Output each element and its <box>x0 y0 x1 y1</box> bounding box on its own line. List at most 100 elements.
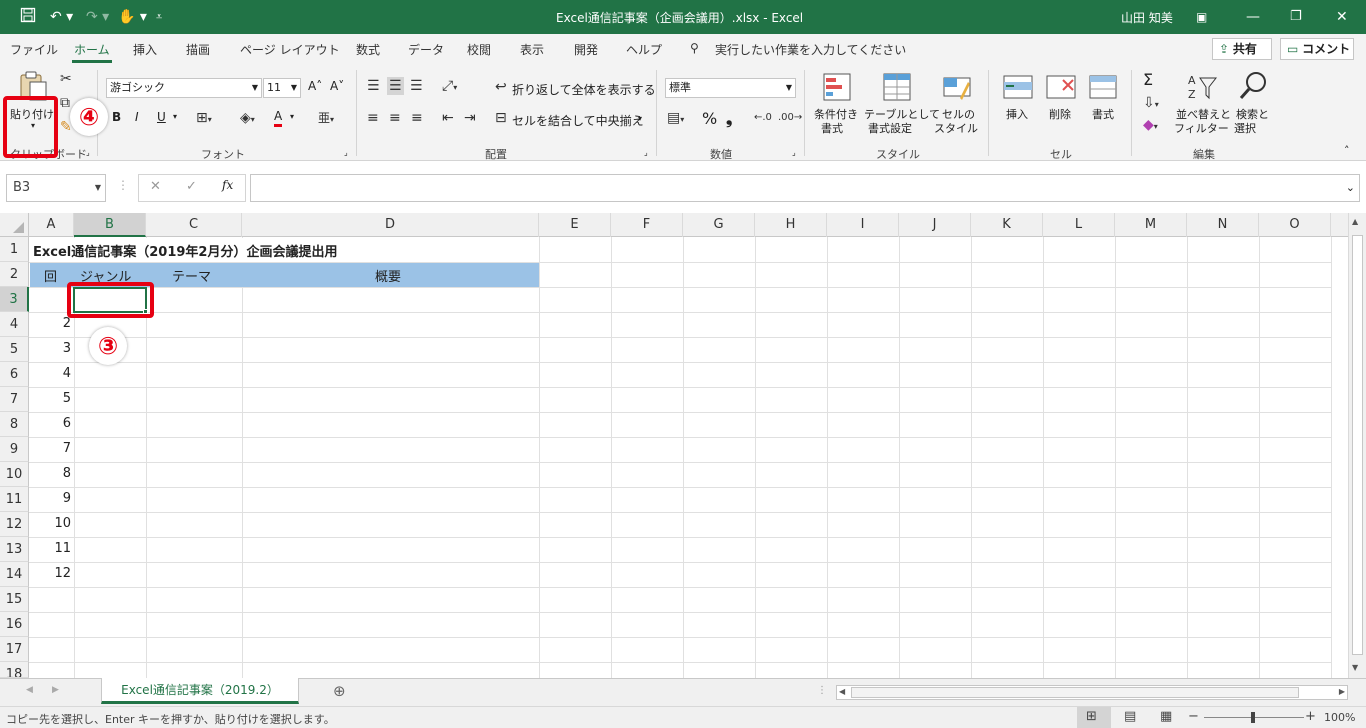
find-select-label-2[interactable]: 選択 <box>1234 120 1256 136</box>
cell-number[interactable]: 3 <box>30 341 71 356</box>
alignment-launcher-icon[interactable]: ⌟ <box>644 148 648 157</box>
orientation-icon[interactable]: ⤢▾ <box>442 77 457 97</box>
add-sheet-icon[interactable]: ⊕ <box>333 682 346 700</box>
row-header[interactable]: 9 <box>0 437 29 462</box>
close-icon[interactable]: ✕ <box>1336 7 1348 27</box>
column-header[interactable]: I <box>827 213 899 237</box>
row-header[interactable]: 14 <box>0 562 29 587</box>
header-cell-summary[interactable]: 概要 <box>375 266 401 285</box>
tab-insert[interactable]: 挿入 <box>133 41 157 58</box>
zoom-in-icon[interactable]: + <box>1305 709 1316 724</box>
row-header[interactable]: 10 <box>0 462 29 487</box>
sheet-title-cell[interactable]: Excel通信記事案（2019年2月分）企画会議提出用 <box>33 241 337 260</box>
wrap-text-icon[interactable]: ↩ <box>495 78 507 96</box>
zoom-slider-thumb[interactable] <box>1251 712 1255 723</box>
fill-color-icon[interactable]: ◈▾ <box>240 109 255 129</box>
name-box[interactable]: B3 ▼ <box>6 174 106 202</box>
borders-icon[interactable]: ⊞▾ <box>196 109 212 129</box>
autosum-button[interactable]: Σ <box>1143 70 1153 89</box>
column-header[interactable]: E <box>539 213 611 237</box>
row-header[interactable]: 13 <box>0 537 29 562</box>
row-header[interactable]: 15 <box>0 587 29 612</box>
insert-cells-icon[interactable] <box>1002 72 1034 102</box>
align-right-icon[interactable]: ≡ <box>411 109 423 127</box>
increase-indent-icon[interactable]: ⇥ <box>464 109 476 127</box>
sort-filter-icon[interactable]: AZ <box>1186 72 1218 102</box>
format-as-table-icon[interactable] <box>882 72 912 102</box>
column-header[interactable]: H <box>755 213 827 237</box>
tab-review[interactable]: 校閲 <box>467 41 491 58</box>
row-header[interactable]: 18 <box>0 662 29 678</box>
column-header[interactable]: A <box>29 213 74 237</box>
comma-button[interactable]: ❟ <box>726 109 732 129</box>
cell-styles-icon[interactable] <box>942 72 972 102</box>
sheet-tab-active[interactable]: Excel通信記事案（2019.2） <box>101 678 299 704</box>
clipboard-launcher-icon[interactable]: ⌟ <box>86 148 90 157</box>
tab-home[interactable]: ホーム <box>72 41 112 63</box>
delete-cells-button[interactable]: 削除 <box>1049 106 1071 122</box>
tab-view[interactable]: 表示 <box>520 41 544 58</box>
scroll-down-icon[interactable]: ▼ <box>1352 663 1358 672</box>
select-all-button[interactable] <box>0 213 29 237</box>
minimize-icon[interactable]: — <box>1246 7 1260 27</box>
font-size-dropdown[interactable]: 11 ▼ <box>263 78 301 98</box>
cell-styles-label-2[interactable]: スタイル <box>934 120 978 136</box>
align-center-icon[interactable]: ≡ <box>389 109 401 127</box>
tab-file[interactable]: ファイル <box>10 41 58 58</box>
page-layout-view-icon[interactable]: ▤ <box>1124 709 1136 724</box>
page-break-view-icon[interactable]: ▦ <box>1160 709 1172 724</box>
align-top-icon[interactable]: ☰ <box>367 77 380 95</box>
horizontal-scrollbar[interactable]: ◀ ▶ <box>836 685 1348 700</box>
format-as-table-label-2[interactable]: 書式設定 <box>868 120 912 136</box>
cell-number[interactable]: 7 <box>30 441 71 456</box>
percent-button[interactable]: % <box>702 109 717 128</box>
accounting-format-icon[interactable]: ▤▾ <box>667 109 684 129</box>
cut-icon[interactable]: ✂ <box>60 70 72 88</box>
cell-number[interactable]: 6 <box>30 416 71 431</box>
header-cell-number[interactable]: 回 <box>44 266 57 285</box>
number-launcher-icon[interactable]: ⌟ <box>792 148 796 157</box>
align-left-icon[interactable]: ≡ <box>367 109 379 127</box>
restore-icon[interactable]: ❐ <box>1290 7 1302 27</box>
shrink-font-button[interactable]: A˅ <box>330 79 344 93</box>
sort-filter-label-2[interactable]: フィルター <box>1174 120 1229 136</box>
split-handle-icon[interactable]: ⋮ <box>817 685 827 696</box>
row-header[interactable]: 7 <box>0 387 29 412</box>
row-header[interactable]: 5 <box>0 337 29 362</box>
column-header[interactable]: C <box>146 213 242 237</box>
cell-number[interactable]: 11 <box>30 541 71 556</box>
column-header[interactable]: J <box>899 213 971 237</box>
format-cells-button[interactable]: 書式 <box>1092 106 1114 122</box>
redo-icon[interactable]: ↷ ▾ <box>86 7 109 27</box>
collapse-ribbon-icon[interactable]: ˄ <box>1344 144 1350 157</box>
next-sheet-icon[interactable]: ▶ <box>52 685 59 695</box>
cell-number[interactable]: 2 <box>30 316 71 331</box>
scroll-left-icon[interactable]: ◀ <box>839 687 845 696</box>
column-header[interactable]: K <box>971 213 1043 237</box>
decrease-indent-icon[interactable]: ⇤ <box>442 109 454 127</box>
decrease-decimal-icon[interactable]: .00→ <box>778 109 802 127</box>
header-cell-theme[interactable]: テーマ <box>172 266 211 285</box>
share-button[interactable]: ⇪ 共有 <box>1212 38 1272 60</box>
row-header[interactable]: 2 <box>0 262 29 287</box>
tab-formulas[interactable]: 数式 <box>356 41 380 58</box>
cell-number[interactable]: 4 <box>30 366 71 381</box>
column-header[interactable]: L <box>1043 213 1115 237</box>
column-header[interactable]: F <box>611 213 683 237</box>
merge-center-button[interactable]: セルを結合して中央揃え <box>512 112 644 129</box>
cell-number[interactable]: 10 <box>30 516 71 531</box>
column-header[interactable]: G <box>683 213 755 237</box>
insert-cells-button[interactable]: 挿入 <box>1006 106 1028 122</box>
cell-number[interactable]: 8 <box>30 466 71 481</box>
row-header[interactable]: 17 <box>0 637 29 662</box>
column-header[interactable]: B <box>74 213 146 237</box>
undo-icon[interactable]: ↶ ▾ <box>50 7 73 27</box>
conditional-formatting-icon[interactable] <box>822 72 852 102</box>
font-launcher-icon[interactable]: ⌟ <box>344 148 348 157</box>
phonetic-icon[interactable]: 亜▾ <box>318 109 334 129</box>
tab-page-layout[interactable]: ページ レイアウト <box>240 41 340 58</box>
cell-number[interactable]: 9 <box>30 491 71 506</box>
cell-number[interactable]: 5 <box>30 391 71 406</box>
row-header[interactable]: 4 <box>0 312 29 337</box>
formula-input[interactable]: ⌄ <box>250 174 1360 202</box>
